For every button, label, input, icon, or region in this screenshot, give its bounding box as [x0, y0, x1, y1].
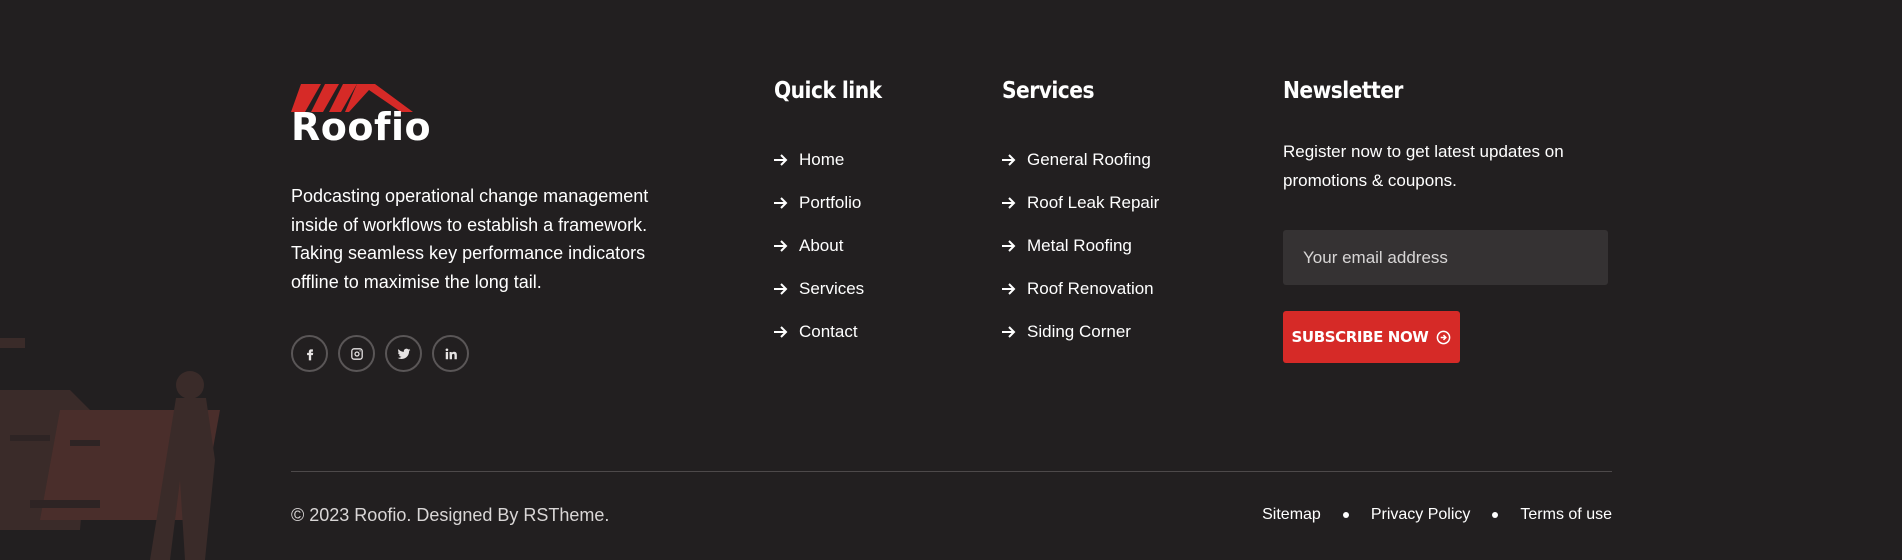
worker-illustration — [0, 338, 220, 560]
footer-links: Sitemap Privacy Policy Terms of use — [1262, 506, 1612, 524]
quick-link-label: About — [799, 235, 844, 255]
newsletter-text: Register now to get latest updates on pr… — [1283, 142, 1564, 190]
quick-link-about[interactable]: About — [774, 224, 864, 267]
about-text: Podcasting operational change management… — [291, 186, 649, 292]
service-roof-renovation[interactable]: Roof Renovation — [1002, 267, 1159, 310]
service-roof-leak-repair[interactable]: Roof Leak Repair — [1002, 181, 1159, 224]
quick-link-portfolio[interactable]: Portfolio — [774, 181, 864, 224]
arrow-right-icon — [774, 196, 788, 209]
service-label: General Roofing — [1027, 149, 1151, 169]
service-label: Siding Corner — [1027, 321, 1131, 341]
quick-link-title: Quick link — [774, 78, 882, 104]
service-siding-corner[interactable]: Siding Corner — [1002, 310, 1159, 353]
subscribe-label: SUBSCRIBE NOW — [1291, 328, 1429, 346]
quick-link-label: Home — [799, 149, 845, 169]
arrow-right-icon — [774, 153, 788, 166]
service-metal-roofing[interactable]: Metal Roofing — [1002, 224, 1159, 267]
arrow-right-icon — [1002, 282, 1016, 295]
arrow-right-icon — [774, 325, 788, 338]
arrow-right-icon — [1002, 325, 1016, 338]
arrow-right-icon — [1002, 239, 1016, 252]
twitter-icon — [397, 348, 410, 359]
separator-dot — [1492, 512, 1499, 518]
quick-link-label: Services — [799, 278, 865, 298]
facebook-button[interactable] — [291, 335, 328, 372]
copyright-text: © 2023 Roofio. Designed By RSTheme. — [291, 505, 610, 525]
quick-link-contact[interactable]: Contact — [774, 310, 864, 353]
arrow-right-icon — [1002, 196, 1016, 209]
service-general-roofing[interactable]: General Roofing — [1002, 138, 1159, 181]
services-list: General Roofing Roof Leak Repair Metal R… — [1002, 138, 1159, 353]
service-label: Metal Roofing — [1027, 235, 1132, 255]
quick-link-label: Contact — [799, 321, 858, 341]
linkedin-button[interactable] — [432, 335, 469, 372]
quick-link-services[interactable]: Services — [774, 267, 864, 310]
arrow-circle-right-icon — [1437, 330, 1451, 344]
linkedin-icon — [445, 347, 457, 359]
subscribe-button[interactable]: SUBSCRIBE NOW — [1283, 311, 1460, 363]
quick-link-list: Home Portfolio About Services Contact — [774, 138, 864, 353]
facebook-icon — [306, 348, 313, 360]
arrow-right-icon — [1002, 153, 1016, 166]
sitemap-link[interactable]: Sitemap — [1262, 506, 1321, 524]
service-label: Roof Leak Repair — [1027, 192, 1160, 212]
footer-divider — [291, 471, 1612, 472]
email-input[interactable] — [1283, 230, 1608, 285]
quick-link-label: Portfolio — [799, 192, 862, 212]
separator-dot — [1342, 512, 1349, 518]
arrow-right-icon — [774, 282, 788, 295]
quick-link-home[interactable]: Home — [774, 138, 864, 181]
instagram-icon — [350, 347, 363, 360]
brand-logo[interactable]: Roofio — [291, 78, 431, 148]
brand-name: Roofio — [291, 105, 432, 149]
services-title: Services — [1002, 78, 1094, 104]
terms-of-use-link[interactable]: Terms of use — [1520, 506, 1612, 524]
privacy-policy-link[interactable]: Privacy Policy — [1371, 506, 1471, 524]
newsletter-title: Newsletter — [1283, 78, 1403, 104]
social-links — [291, 335, 469, 372]
twitter-button[interactable] — [385, 335, 422, 372]
service-label: Roof Renovation — [1027, 278, 1154, 298]
instagram-button[interactable] — [338, 335, 375, 372]
arrow-right-icon — [774, 239, 788, 252]
